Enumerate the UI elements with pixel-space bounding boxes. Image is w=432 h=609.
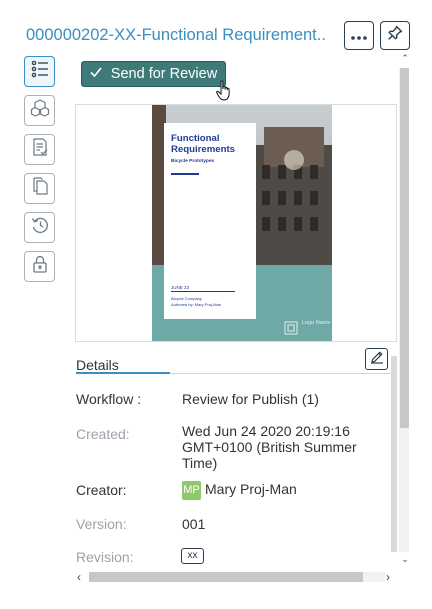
pencil-icon bbox=[370, 350, 384, 369]
scroll-up-arrow-icon[interactable]: ⌃ bbox=[399, 53, 411, 64]
checklist-icon bbox=[30, 59, 50, 84]
document-thumbnail: Functional Requirements Bicycle Prototyp… bbox=[152, 105, 332, 341]
workflow-value: Review for Publish (1) bbox=[182, 391, 319, 407]
creator-label: Creator: bbox=[76, 482, 127, 498]
scroll-right-arrow-icon[interactable]: › bbox=[386, 570, 390, 584]
cover-divider-2 bbox=[171, 291, 235, 292]
ellipsis-icon bbox=[351, 27, 367, 45]
scroll-left-arrow-icon[interactable]: ‹ bbox=[77, 570, 81, 584]
document-cover-title: Functional Requirements bbox=[171, 133, 235, 155]
cover-divider bbox=[171, 173, 199, 175]
avatar: MP bbox=[182, 481, 201, 500]
history-tool-button[interactable] bbox=[24, 212, 55, 243]
more-options-button[interactable] bbox=[344, 21, 374, 50]
version-value: 001 bbox=[182, 516, 206, 532]
history-icon bbox=[30, 215, 50, 240]
hand-cursor-icon bbox=[216, 80, 232, 106]
document-preview-pane[interactable]: Functional Requirements Bicycle Prototyp… bbox=[75, 104, 397, 342]
document-cover-subtitle: Bicycle Prototypes bbox=[171, 159, 215, 164]
revision-badge: xx bbox=[181, 548, 204, 564]
document-cover-date: JUNE 23 bbox=[171, 285, 190, 290]
creator-value: MP Mary Proj-Man bbox=[182, 481, 382, 500]
lock-icon bbox=[30, 254, 50, 279]
review-tool-button[interactable] bbox=[24, 134, 55, 165]
checkmark-icon bbox=[90, 66, 102, 82]
created-label: Created: bbox=[76, 426, 130, 442]
lock-tool-button[interactable] bbox=[24, 251, 55, 282]
copy-icon bbox=[30, 176, 50, 201]
active-tab-indicator bbox=[76, 372, 170, 374]
revision-label: Revision: bbox=[76, 549, 134, 565]
copy-tool-button[interactable] bbox=[24, 173, 55, 204]
scroll-down-arrow-icon[interactable]: ⌄ bbox=[399, 554, 411, 565]
details-scrollbar[interactable] bbox=[391, 356, 397, 552]
pin-button[interactable] bbox=[380, 21, 410, 50]
document-title: 000000202-XX-Functional Requirement... bbox=[26, 26, 326, 44]
workflow-label: Workflow : bbox=[76, 391, 142, 407]
tab-divider bbox=[170, 373, 392, 374]
edit-details-button[interactable] bbox=[365, 348, 388, 370]
logo-placeholder-icon bbox=[284, 321, 298, 340]
tab-details[interactable]: Details bbox=[76, 357, 119, 373]
logo-name-text: Logo Name bbox=[302, 320, 331, 326]
tool-strip bbox=[24, 56, 56, 290]
creator-name: Mary Proj-Man bbox=[205, 481, 297, 498]
components-tool-button[interactable] bbox=[24, 95, 55, 126]
send-for-review-button[interactable]: Send for Review bbox=[81, 61, 226, 87]
checklist-tool-button[interactable] bbox=[24, 56, 55, 87]
vertical-scrollbar-thumb[interactable] bbox=[400, 68, 409, 428]
version-label: Version: bbox=[76, 516, 127, 532]
document-check-icon bbox=[30, 137, 50, 162]
document-cover-company: Bicycle Company bbox=[171, 296, 202, 301]
pin-icon bbox=[387, 25, 403, 46]
send-for-review-label: Send for Review bbox=[110, 66, 218, 82]
cubes-icon bbox=[30, 98, 50, 123]
document-cover-card: Functional Requirements Bicycle Prototyp… bbox=[164, 123, 256, 319]
created-value: Wed Jun 24 2020 20:19:16 GMT+0100 (Briti… bbox=[182, 423, 357, 471]
document-cover-author: Authored by: Mary Proj-Man bbox=[171, 302, 222, 307]
horizontal-scrollbar-thumb[interactable] bbox=[89, 572, 363, 582]
